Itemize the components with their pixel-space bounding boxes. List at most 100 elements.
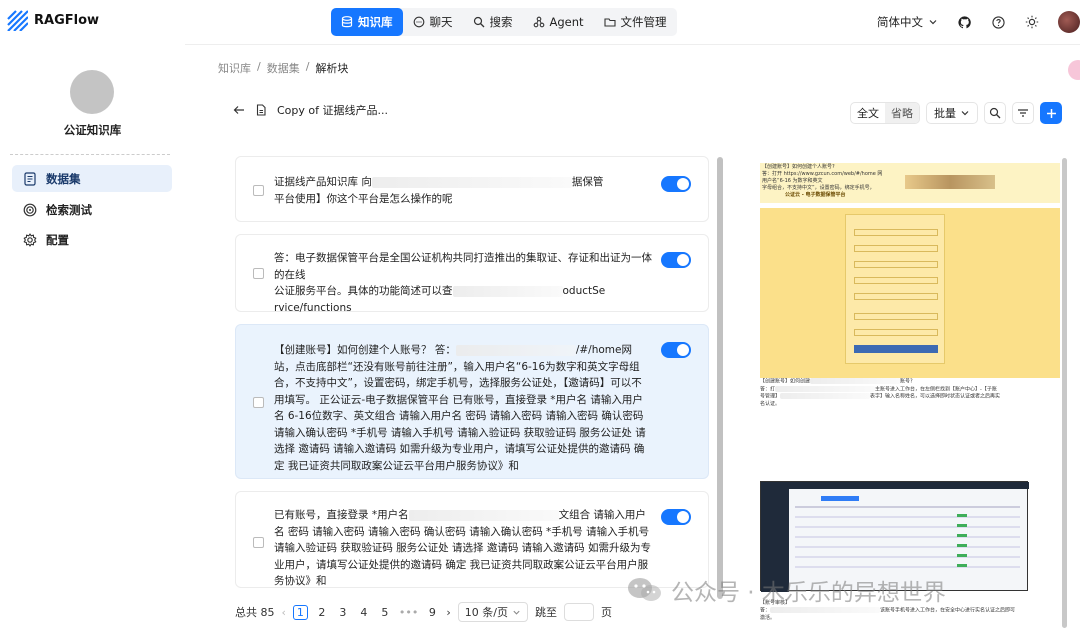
breadcrumb-item[interactable]: 数据集 (267, 60, 300, 76)
page-5[interactable]: 5 (378, 606, 392, 619)
language-select[interactable]: 简体中文 (877, 14, 938, 30)
bulk-label: 批量 (934, 107, 956, 120)
chunk-card[interactable]: 答：电子数据保管平台是全国公证机构共同打造推出的集取证、存证和出证为一体的在线 … (235, 234, 709, 314)
user-avatar[interactable] (1058, 11, 1080, 33)
chunk-checkbox[interactable] (253, 268, 264, 279)
agent-icon (533, 16, 544, 28)
preview-line: 主账号进入工作台，在左侧栏找到【账户中心】-【子账 (875, 386, 997, 392)
preview-line: 【创建账号】如何创建 (760, 378, 811, 385)
chunk-card-selected[interactable]: 【创建账号】如何创建个人账号？ 答： /#/home网 站，点击底部栏“还没有账号… (235, 324, 709, 479)
main-nav: 知识库 聊天 搜索 Agent 文件管理 (331, 8, 677, 36)
page-1[interactable]: 1 (292, 604, 308, 620)
preview-caption: 公证云 - 电子数据保管平台 (785, 192, 846, 198)
chunk-text: 【创建账号】如何创建个人账号？ 答： (274, 344, 456, 356)
redacted-blur (455, 344, 576, 356)
filter-lines-icon (1018, 109, 1028, 117)
preview-line: 激活。 (760, 614, 776, 621)
database-icon (341, 16, 353, 28)
omit-button[interactable]: 省略 (885, 103, 919, 123)
preview-line: 表字】输入名称姓名，可以选择即时状态认证或者之后再实 (870, 393, 1001, 400)
page-9[interactable]: 9 (425, 606, 439, 619)
chunk-enable-toggle[interactable] (661, 176, 691, 192)
chunk-text: 站，点击底部栏“还没有账号前往注册”，输入用户名“6-16为数字和英文字母组合，… (274, 360, 646, 472)
breadcrumb: 知识库 / 数据集 / 解析块 (218, 60, 348, 76)
nav-file-management[interactable]: 文件管理 (594, 8, 677, 36)
view-mode-toggle: 全文 省略 (850, 102, 920, 124)
redacted-blur (770, 607, 881, 613)
jump-page-input[interactable] (563, 603, 594, 621)
chunk-checkbox[interactable] (253, 537, 264, 548)
app-name: RAGFlow (34, 12, 100, 28)
header-divider (185, 44, 1080, 45)
preview-line: 号管理】 (760, 393, 781, 400)
sidebar-item-label: 检索测试 (46, 202, 92, 217)
chunk-text: 已有账号，直接登录 *用户名 (274, 509, 409, 521)
preview-form-panel (845, 214, 945, 364)
pagination: 总共 85 ‹ 1 2 3 4 5 ••• 9 › 10 条/页 跳至 页 (235, 602, 612, 622)
chunk-list: 证据线产品知识库 向 据保管 平台使用】你这个平台是怎么操作的呢 答：电子数据保管… (235, 156, 710, 588)
page-suffix: 页 (600, 606, 612, 619)
chunk-text: rvice/functions (274, 301, 352, 314)
nav-search-label: 搜索 (489, 15, 513, 29)
floating-assistant-button[interactable] (1068, 60, 1080, 80)
search-button[interactable] (984, 102, 1006, 124)
nav-agent-label: Agent (549, 15, 584, 29)
nav-chat-label: 聊天 (429, 15, 453, 29)
chunk-checkbox[interactable] (253, 185, 264, 196)
preview-form-image (760, 208, 1060, 378)
chunk-enable-toggle[interactable] (661, 252, 691, 268)
sidebar-item-config[interactable]: 配置 (12, 226, 172, 253)
chunk-text: /#/home网 (575, 344, 632, 356)
page-ellipsis[interactable]: ••• (399, 606, 418, 619)
github-icon[interactable] (956, 14, 972, 30)
gear-icon (23, 232, 37, 247)
filter-button[interactable] (1012, 102, 1034, 124)
help-icon[interactable] (990, 14, 1006, 30)
nav-search[interactable]: 搜索 (463, 8, 523, 36)
sidebar-item-retrieval-test[interactable]: 检索测试 (12, 196, 172, 223)
nav-chat[interactable]: 聊天 (403, 8, 463, 36)
bulk-action-button[interactable]: 批量 (926, 102, 978, 124)
chunk-checkbox[interactable] (253, 397, 264, 408)
search-icon (989, 107, 1001, 119)
chevron-down-icon (929, 20, 937, 25)
chunk-text: 答：电子数据保管平台是全国公证机构共同打造推出的集取证、存证和出证为一体的在线 (274, 252, 652, 281)
prev-page-icon[interactable]: ‹ (282, 606, 286, 619)
sidebar-item-dataset[interactable]: 数据集 (12, 165, 172, 192)
back-arrow-icon[interactable] (233, 104, 245, 116)
page-3[interactable]: 3 (336, 606, 350, 619)
document-preview: 【创建账号】如何创建个人账号? 答：打开 https://www.gzcun.c… (755, 156, 1065, 635)
full-text-button[interactable]: 全文 (851, 103, 885, 123)
breadcrumb-item[interactable]: 知识库 (218, 60, 251, 76)
next-page-icon[interactable]: › (446, 606, 450, 619)
watermark: 公众号 · 木乐乐的异想世界 (625, 573, 946, 607)
language-label: 简体中文 (877, 15, 923, 29)
page-size-label: 10 条/页 (464, 606, 508, 619)
sun-theme-icon[interactable] (1024, 14, 1040, 30)
folder-icon (603, 18, 616, 27)
sidebar-item-label: 配置 (46, 232, 69, 247)
nav-knowledge-base-label: 知识库 (358, 15, 393, 29)
chunk-toolbar: 全文 省略 批量 (850, 102, 1062, 124)
header-right: 简体中文 (877, 8, 1080, 36)
kb-avatar (70, 70, 114, 114)
chunk-card[interactable]: 证据线产品知识库 向 据保管 平台使用】你这个平台是怎么操作的呢 (235, 156, 709, 222)
chunk-enable-toggle[interactable] (661, 509, 691, 525)
nav-knowledge-base[interactable]: 知识库 (331, 8, 403, 36)
chunk-list-scrollbar[interactable] (717, 157, 723, 599)
breadcrumb-current: 解析块 (315, 62, 349, 75)
page-size-select[interactable]: 10 条/页 (457, 602, 528, 622)
kb-name: 公证知识库 (63, 123, 122, 137)
chunk-enable-toggle[interactable] (661, 342, 691, 358)
nav-file-management-label: 文件管理 (620, 15, 667, 29)
redacted-blur (780, 393, 871, 399)
add-chunk-button[interactable] (1040, 102, 1062, 124)
page-2[interactable]: 2 (315, 606, 329, 619)
page-4[interactable]: 4 (357, 606, 371, 619)
preview-scrollbar[interactable] (1062, 158, 1067, 628)
nav-agent[interactable]: Agent (523, 8, 594, 36)
redacted-blur (775, 385, 876, 392)
jump-label: 跳至 (534, 606, 557, 619)
chunk-text: 平台使用】你这个平台是怎么操作的呢 (274, 192, 453, 205)
app-logo[interactable]: RAGFlow (6, 9, 99, 31)
